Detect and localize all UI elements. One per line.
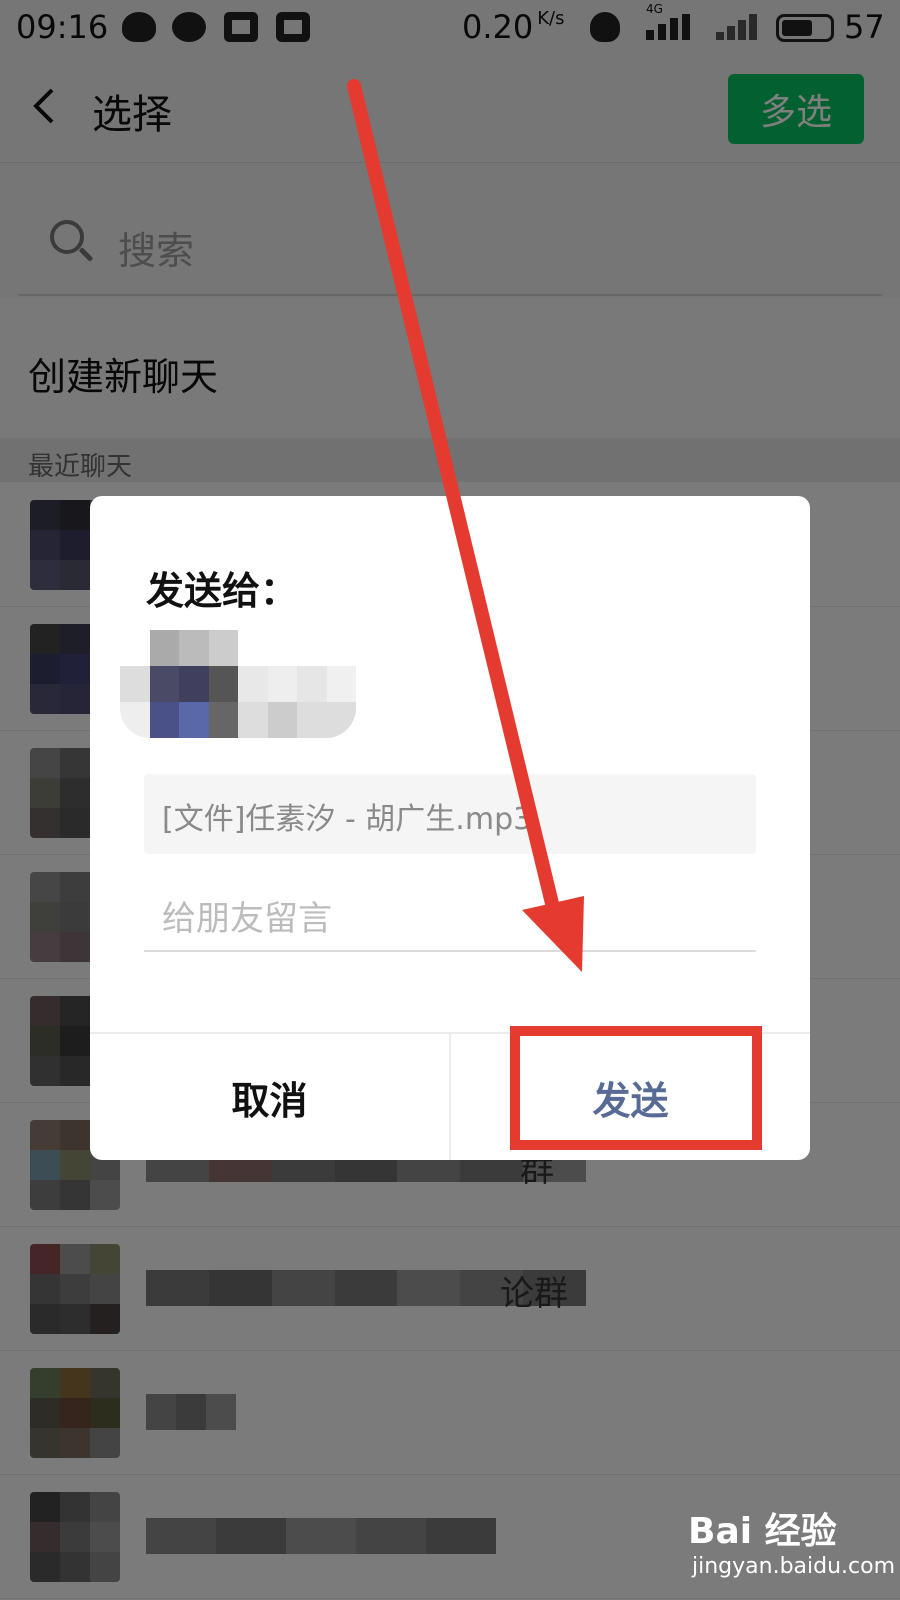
message-input[interactable] bbox=[144, 888, 756, 952]
watermark-brand: Bai 经验 bbox=[688, 1511, 837, 1552]
dialog-title: 发送给： bbox=[146, 569, 299, 613]
file-label: [文件]任素汐 - 胡广生.mp3 bbox=[162, 802, 533, 837]
recipient-avatar bbox=[120, 630, 356, 738]
send-highlight-box bbox=[510, 1026, 762, 1150]
baidu-watermark: Bai 经验 jingyan.baidu.com bbox=[688, 1502, 895, 1592]
file-preview: [文件]任素汐 - 胡广生.mp3 bbox=[144, 774, 756, 854]
cancel-button[interactable]: 取消 bbox=[90, 1034, 449, 1160]
send-to-dialog: 发送给： [文件]任素汐 - 胡广生.mp3 取消 发送 bbox=[90, 496, 810, 1160]
watermark-url: jingyan.baidu.com bbox=[692, 1554, 896, 1579]
